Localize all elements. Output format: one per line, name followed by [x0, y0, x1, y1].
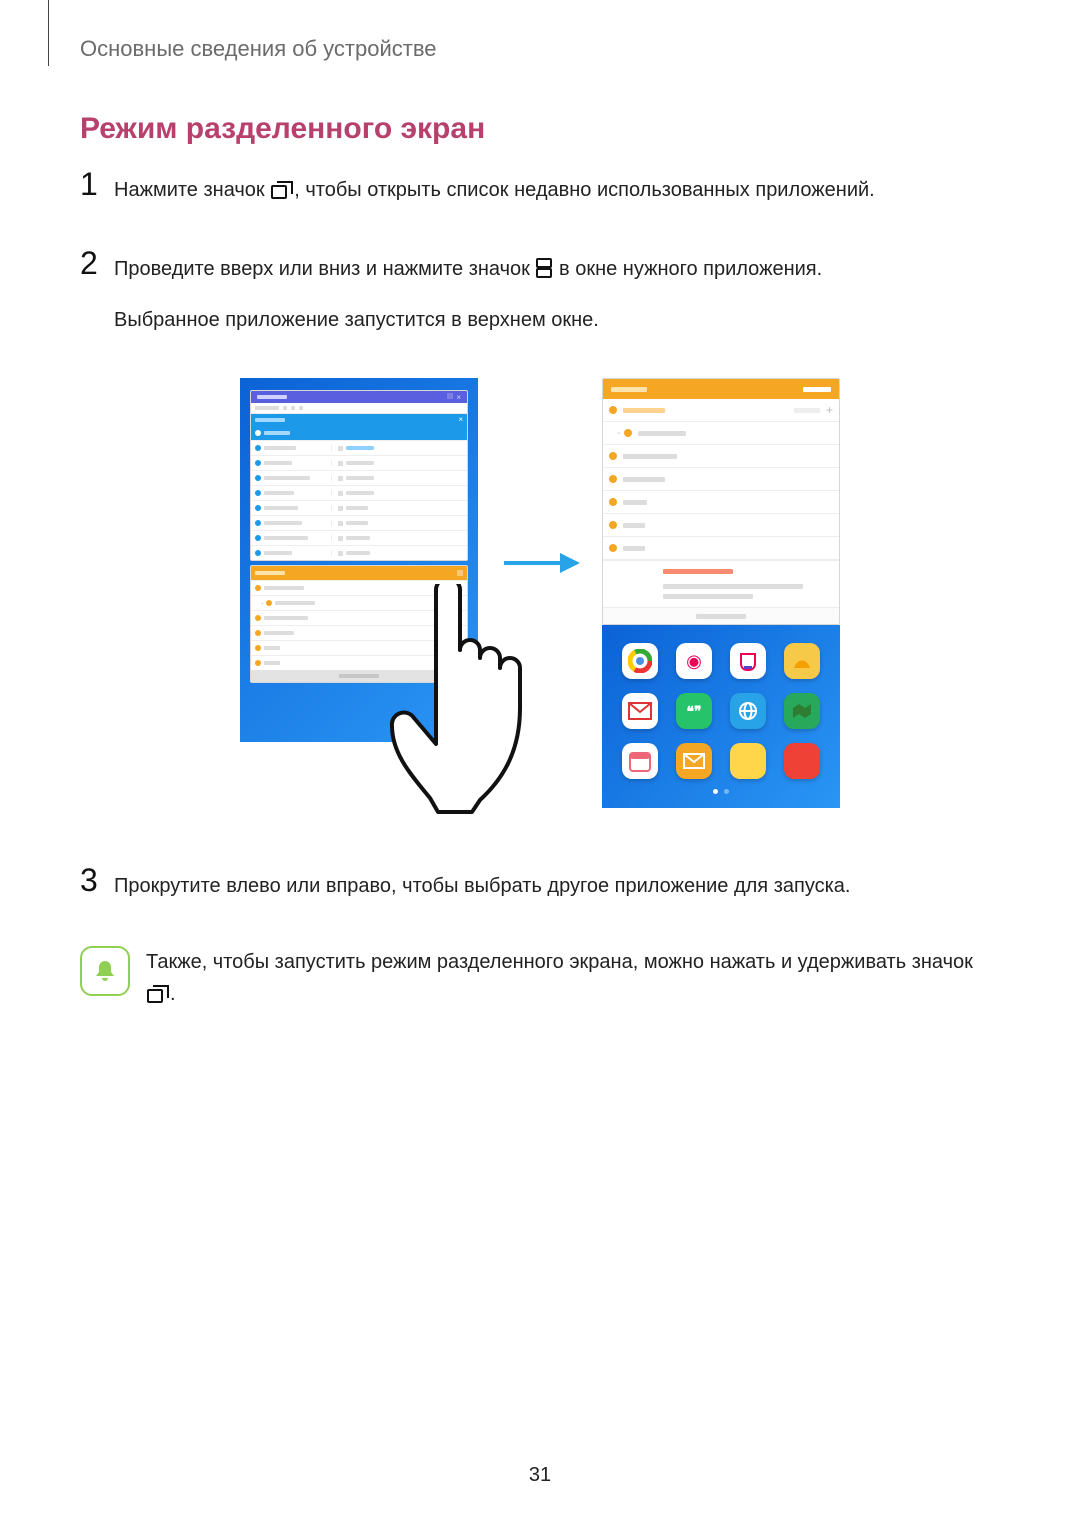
step-2: 2 Проведите вверх или вниз и нажмите зна… [80, 251, 1000, 352]
figure-arrow-icon [500, 548, 580, 578]
recent-apps-icon [147, 981, 169, 1013]
step-1-prefix: Нажмите значок [114, 179, 270, 201]
header-rule [48, 0, 49, 66]
app-icon-galaxy [730, 643, 766, 679]
app-icon-map [784, 693, 820, 729]
note-body: Также, чтобы запустить режим разделенног… [146, 944, 973, 1013]
app-icon-globe [730, 693, 766, 729]
page-header: Основные сведения об устройстве [80, 36, 1000, 62]
app-icon-mail [676, 743, 712, 779]
step-3-number: 3 [80, 864, 114, 896]
figure-left-card-bottom: - [250, 565, 468, 683]
section-title: Режим разделенного экран [80, 112, 1000, 146]
app-icon-quotes: ❝❞ [676, 693, 712, 729]
note: Также, чтобы запустить режим разделенног… [80, 944, 1000, 1013]
figure-left-screen: × × - [240, 378, 478, 742]
figure-right-card: + - [602, 378, 840, 625]
figure-home-area: ◉ ❝❞ [602, 625, 840, 808]
app-icon-calendar [622, 743, 658, 779]
step-2-body: Проведите вверх или вниз и нажмите значо… [114, 251, 1000, 352]
step-2-line1-prefix: Проведите вверх или вниз и нажмите значо… [114, 258, 535, 280]
step-3-text: Прокрутите влево или вправо, чтобы выбра… [114, 870, 1000, 902]
step-2-line1-suffix: в окне нужного приложения. [553, 258, 822, 280]
step-1-body: Нажмите значок , чтобы открыть список не… [114, 172, 1000, 225]
note-text-prefix: Также, чтобы запустить режим разделенног… [146, 951, 973, 973]
app-icon-chrome [622, 643, 658, 679]
figure-right-screen: + - ◉ ❝❞ [602, 378, 840, 808]
figure-split-screen: × × - [80, 378, 1000, 808]
step-3-body: Прокрутите влево или вправо, чтобы выбра… [114, 868, 1000, 918]
app-icon-red [784, 743, 820, 779]
step-2-line2: Выбранное приложение запустится в верхне… [114, 304, 1000, 336]
note-period: . [170, 983, 176, 1005]
page-number: 31 [0, 1464, 1080, 1487]
app-icon-gmail [622, 693, 658, 729]
step-3: 3 Прокрутите влево или вправо, чтобы выб… [80, 868, 1000, 918]
app-icon-yellow [784, 643, 820, 679]
figure-left-card-top: × × [250, 390, 468, 561]
step-1-suffix: , чтобы открыть список недавно использов… [294, 179, 875, 201]
recent-apps-icon [271, 177, 293, 209]
split-view-icon [536, 256, 552, 288]
bell-icon [80, 946, 130, 996]
step-1-number: 1 [80, 168, 114, 200]
app-icon-spiral: ◉ [676, 643, 712, 679]
step-2-number: 2 [80, 247, 114, 279]
step-1: 1 Нажмите значок , чтобы открыть список … [80, 172, 1000, 225]
app-icon-note [730, 743, 766, 779]
